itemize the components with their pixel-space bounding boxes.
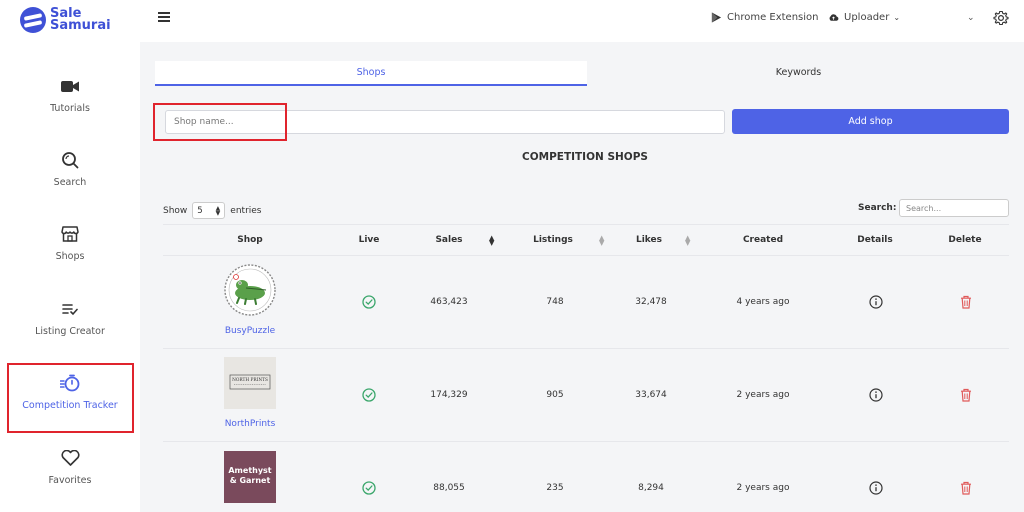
busypuzzle-shop-logo[interactable]: [224, 264, 276, 316]
sales-value: 88,055: [433, 483, 465, 493]
entries-value: 5: [197, 205, 203, 216]
likes-value: 33,674: [635, 390, 667, 400]
heart-icon: [58, 447, 82, 469]
listings-value: 905: [546, 390, 564, 400]
logo-mark-icon: [20, 7, 46, 33]
entries-control: Show 5 ▲ ▼ entries: [163, 202, 262, 219]
column-header-delete: Delete: [948, 235, 982, 245]
chrome-extension-link[interactable]: Chrome Extension: [711, 12, 819, 23]
chevron-down-icon: ⌄: [893, 13, 901, 22]
video-camera-icon: [58, 75, 82, 97]
top-bar: Sale Samurai Chrome Extension Uploader ⌄…: [0, 0, 1024, 42]
uploader-menu[interactable]: Uploader ⌄: [828, 12, 900, 23]
table-row: Amethyst & Garnet 88,055 235 8,294 2 yea…: [163, 442, 1009, 512]
play-store-icon: [711, 12, 722, 23]
sidebar-item-label: Shops: [55, 251, 85, 262]
sidebar-item-shops[interactable]: Shops: [0, 223, 140, 295]
table-row: NORTH PRINTS NorthPrints 174,329 905 33,…: [163, 349, 1009, 442]
tab-keywords[interactable]: Keywords: [587, 61, 1010, 86]
created-value: 2 years ago: [736, 390, 790, 400]
menu-toggle-icon[interactable]: [158, 12, 170, 24]
trash-icon[interactable]: [959, 481, 973, 495]
list-check-icon: [58, 298, 82, 320]
column-header-sales[interactable]: Sales: [419, 225, 479, 255]
info-icon[interactable]: [869, 295, 883, 309]
column-header-listings[interactable]: Listings: [523, 225, 583, 255]
table-header: Shop Live Sales ▲ ▼ Listings ▲ ▼ Likes ▲ ▼ …: [163, 224, 1009, 256]
sales-value: 463,423: [430, 297, 468, 307]
sidebar-item-favorites[interactable]: Favorites: [0, 447, 140, 512]
amethyst-logo-text-2: & Garnet: [230, 476, 271, 485]
sidebar-item-label: Listing Creator: [35, 326, 105, 337]
sort-icon[interactable]: ▲ ▼: [599, 235, 604, 247]
chrome-extension-label: Chrome Extension: [727, 12, 819, 23]
amethyst-logo-text-1: Amethyst: [228, 466, 271, 475]
trash-icon[interactable]: [959, 388, 973, 402]
tab-shops[interactable]: Shops: [155, 61, 587, 86]
likes-value: 8,294: [638, 483, 664, 493]
live-check-icon: [362, 295, 376, 309]
shop-name-link[interactable]: BusyPuzzle: [203, 326, 297, 336]
created-value: 4 years ago: [736, 297, 790, 307]
northprints-shop-logo[interactable]: NORTH PRINTS: [224, 357, 276, 409]
trash-icon[interactable]: [959, 295, 973, 309]
entries-label: entries: [230, 205, 262, 216]
listings-value: 235: [546, 483, 564, 493]
listings-value: 748: [546, 297, 564, 307]
competition-tracker-highlight-box: [7, 363, 134, 433]
shop-name-input[interactable]: [165, 110, 725, 134]
sidebar-item-search[interactable]: Search: [0, 149, 140, 221]
live-check-icon: [362, 481, 376, 495]
sales-value: 174,329: [430, 390, 468, 400]
sidebar-item-listing-creator[interactable]: Listing Creator: [0, 298, 140, 370]
uploader-label: Uploader: [844, 12, 890, 23]
info-icon[interactable]: [869, 481, 883, 495]
sidebar: Tutorials Search Shops Listing Creator C…: [0, 42, 140, 512]
sidebar-item-label: Favorites: [48, 475, 92, 486]
table-search-label: Search:: [858, 203, 897, 213]
cloud-upload-icon: [829, 14, 839, 21]
sidebar-item-label: Tutorials: [50, 103, 90, 114]
column-header-details: Details: [857, 235, 893, 245]
column-header-created[interactable]: Created: [723, 225, 803, 255]
sidebar-item-tutorials[interactable]: Tutorials: [0, 75, 140, 147]
search-icon: [58, 149, 82, 171]
section-title: COMPETITION SHOPS: [522, 151, 648, 163]
store-icon: [58, 223, 82, 245]
column-header-likes[interactable]: Likes: [619, 225, 679, 255]
table-search-input[interactable]: [899, 199, 1009, 217]
shop-name-link[interactable]: NorthPrints: [203, 419, 297, 429]
northprints-logo-text: NORTH PRINTS: [232, 378, 268, 383]
sort-icon[interactable]: ▲ ▼: [685, 235, 690, 247]
sidebar-item-label: Search: [53, 177, 87, 188]
show-label: Show: [163, 205, 188, 216]
created-value: 2 years ago: [736, 483, 790, 493]
sort-desc-icon[interactable]: ▲ ▼: [489, 235, 494, 247]
column-header-live[interactable]: Live: [339, 225, 399, 255]
info-icon[interactable]: [869, 388, 883, 402]
amethyst-garnet-shop-logo[interactable]: Amethyst & Garnet: [224, 451, 276, 503]
table-row: BusyPuzzle 463,423 748 32,478 4 years ag…: [163, 256, 1009, 349]
logo-line-2: Samurai: [50, 18, 111, 33]
updown-arrow-icon: ▲ ▼: [215, 204, 221, 217]
gear-icon[interactable]: [993, 10, 1009, 26]
column-header-shop[interactable]: Shop: [201, 225, 299, 255]
tab-bar: Shops Keywords: [155, 61, 1010, 86]
live-check-icon: [362, 388, 376, 402]
sale-samurai-logo[interactable]: Sale Samurai: [20, 5, 130, 35]
account-chevron-down-icon[interactable]: ⌄: [967, 13, 975, 23]
add-shop-button[interactable]: Add shop: [732, 109, 1009, 134]
likes-value: 32,478: [635, 297, 667, 307]
entries-select[interactable]: 5 ▲ ▼: [192, 202, 226, 219]
